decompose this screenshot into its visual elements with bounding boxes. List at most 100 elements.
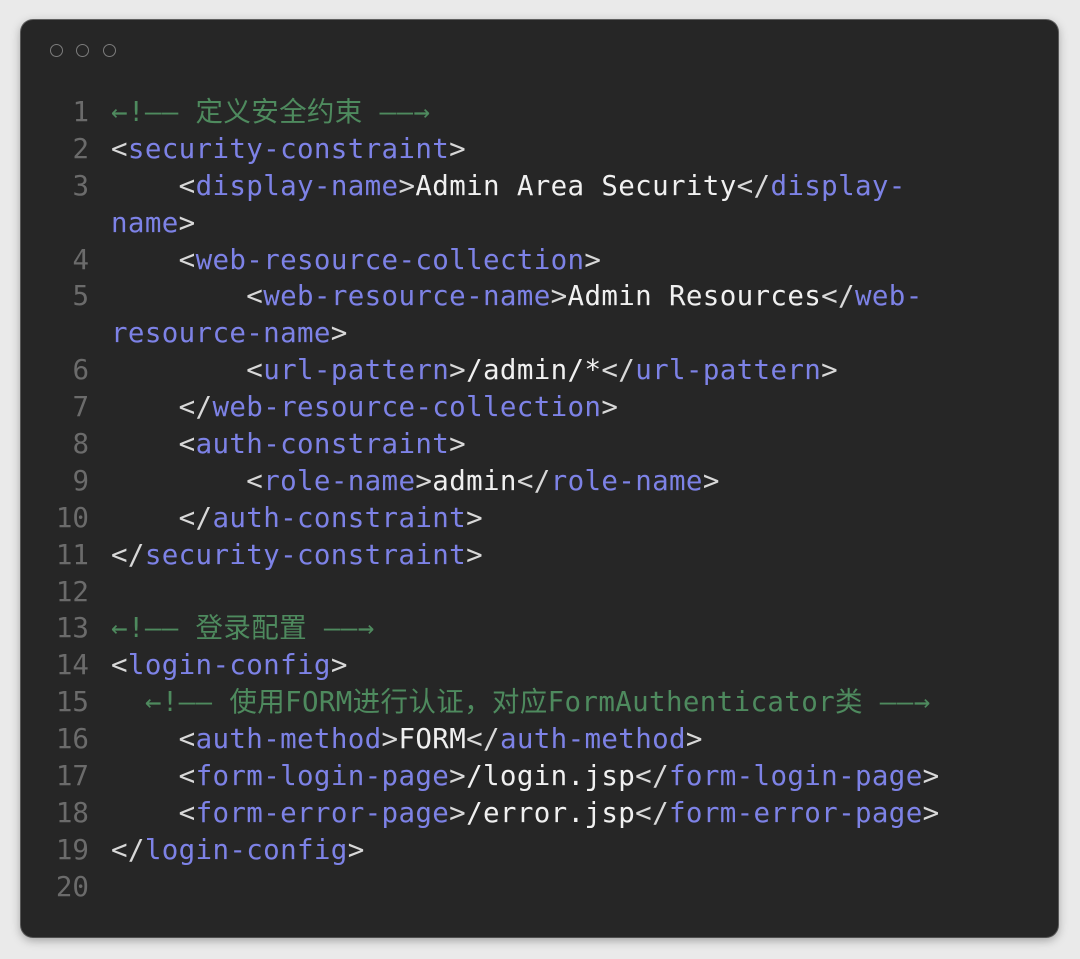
xml-tag-name: web-resource-collection bbox=[195, 243, 585, 276]
text-content bbox=[111, 354, 246, 386]
text-content: /admin/* bbox=[466, 354, 602, 387]
code-editor[interactable]: 1 ←!—— 定义安全约束 ——→ 2 <security-constraint> 3 … bbox=[21, 94, 1058, 906]
text-content bbox=[111, 391, 179, 423]
text-content: /login.jsp bbox=[466, 760, 636, 793]
xml-punctuation: < bbox=[178, 760, 196, 793]
xml-tag-name: role-name bbox=[263, 464, 416, 497]
text-content bbox=[111, 797, 179, 829]
xml-tag-name: security-constraint bbox=[127, 132, 450, 165]
line-content: <form-error-page>/error.jsp</form-error-… bbox=[111, 795, 940, 832]
xml-punctuation: </ bbox=[516, 464, 551, 497]
text-content bbox=[111, 760, 179, 792]
code-line: 11 </security-constraint> bbox=[21, 537, 1058, 574]
line-content: <web-resource-name>Admin Resources</web- bbox=[111, 278, 923, 315]
code-line: name> bbox=[21, 205, 1058, 242]
line-content: ←!—— 使用FORM进行认证，对应FormAuthenticator类 ——→ bbox=[111, 684, 931, 721]
xml-punctuation: </ bbox=[178, 501, 213, 534]
text-content bbox=[111, 428, 179, 460]
xml-punctuation: < bbox=[178, 723, 196, 756]
xml-punctuation: > bbox=[584, 243, 602, 276]
code-line: 12 bbox=[21, 574, 1058, 611]
code-line: 10 </auth-constraint> bbox=[21, 500, 1058, 537]
xml-tag-name: form-error-page bbox=[195, 796, 450, 829]
xml-punctuation: > bbox=[381, 723, 399, 756]
line-number: 9 bbox=[72, 464, 89, 497]
xml-punctuation: < bbox=[246, 464, 264, 497]
xml-punctuation: > bbox=[922, 796, 940, 829]
line-content: <auth-constraint> bbox=[111, 426, 466, 463]
xml-tag-name: web-resource-collection bbox=[212, 391, 602, 424]
line-number: 2 bbox=[72, 132, 89, 165]
xml-punctuation: > bbox=[449, 428, 467, 461]
xml-punctuation: > bbox=[922, 760, 940, 793]
code-line: 2 <security-constraint> bbox=[21, 131, 1058, 168]
xml-punctuation: < bbox=[178, 169, 196, 202]
xml-punctuation: > bbox=[330, 317, 348, 350]
xml-tag-name: login-config bbox=[127, 649, 331, 682]
xml-punctuation: < bbox=[178, 428, 196, 461]
xml-punctuation: < bbox=[178, 796, 196, 829]
line-number: 4 bbox=[72, 243, 89, 276]
line-content: <web-resource-collection> bbox=[111, 242, 601, 279]
line-content: </login-config> bbox=[111, 832, 365, 869]
line-content: ←!—— 定义安全约束 ——→ bbox=[111, 94, 430, 131]
text-content: Admin Resources bbox=[567, 280, 822, 313]
line-number: 18 bbox=[55, 796, 89, 829]
xml-punctuation: </ bbox=[111, 538, 145, 571]
line-number: 5 bbox=[72, 280, 89, 313]
code-line: 18 <form-error-page>/error.jsp</form-err… bbox=[21, 795, 1058, 832]
text-content bbox=[111, 502, 179, 534]
text-content: admin bbox=[432, 464, 517, 497]
code-line: 1 ←!—— 定义安全约束 ——→ bbox=[21, 94, 1058, 131]
line-content: </web-resource-collection> bbox=[111, 389, 618, 426]
xml-punctuation: > bbox=[330, 649, 348, 682]
xml-punctuation: </ bbox=[466, 723, 500, 756]
xml-punctuation: > bbox=[178, 206, 196, 239]
code-line: 4 <web-resource-collection> bbox=[21, 242, 1058, 279]
text-content: Admin Area Security bbox=[415, 169, 737, 202]
line-content: <security-constraint> bbox=[111, 131, 466, 168]
line-content: <form-login-page>/login.jsp</form-login-… bbox=[111, 758, 940, 795]
minimize-dot-icon[interactable] bbox=[76, 44, 89, 57]
close-dot-icon[interactable] bbox=[50, 44, 63, 57]
line-number: 11 bbox=[55, 538, 89, 571]
xml-punctuation: > bbox=[449, 354, 467, 387]
line-content: name> bbox=[111, 205, 196, 242]
code-line: 7 </web-resource-collection> bbox=[21, 389, 1058, 426]
xml-tag-name: web- bbox=[854, 280, 923, 313]
text-content bbox=[111, 244, 179, 276]
code-line: 13 ←!—— 登录配置 ——→ bbox=[21, 610, 1058, 647]
xml-tag-name: auth-constraint bbox=[212, 501, 467, 534]
xml-punctuation: < bbox=[246, 354, 264, 387]
line-number: 3 bbox=[72, 169, 89, 202]
xml-punctuation: < bbox=[111, 649, 128, 682]
xml-tag-name: form-login-page bbox=[669, 760, 923, 793]
xml-tag-name: display- bbox=[770, 169, 906, 202]
xml-punctuation: > bbox=[449, 132, 467, 165]
xml-tag-name: form-error-page bbox=[669, 796, 923, 829]
xml-tag-name: auth-method bbox=[195, 723, 382, 756]
xml-tag-name: form-login-page bbox=[195, 760, 450, 793]
xml-punctuation: > bbox=[398, 169, 416, 202]
xml-punctuation: </ bbox=[736, 169, 771, 202]
xml-tag-name: auth-method bbox=[499, 723, 686, 756]
line-number: 7 bbox=[72, 391, 89, 424]
line-number: 20 bbox=[55, 870, 89, 903]
text-content bbox=[111, 170, 179, 202]
code-line: 15 ←!—— 使用FORM进行认证，对应FormAuthenticator类 … bbox=[21, 684, 1058, 721]
xml-punctuation: > bbox=[449, 760, 467, 793]
zoom-dot-icon[interactable] bbox=[103, 44, 116, 57]
text-content bbox=[111, 465, 246, 497]
code-line: resource-name> bbox=[21, 315, 1058, 352]
xml-punctuation: </ bbox=[635, 760, 669, 793]
code-line: 5 <web-resource-name>Admin Resources</we… bbox=[21, 278, 1058, 315]
xml-punctuation: > bbox=[702, 464, 720, 497]
line-content: resource-name> bbox=[111, 315, 348, 352]
xml-punctuation: > bbox=[466, 538, 483, 571]
line-content: <display-name>Admin Area Security</displ… bbox=[111, 168, 906, 205]
line-content: </security-constraint> bbox=[111, 537, 483, 574]
title-bar bbox=[21, 20, 1058, 80]
xml-punctuation: </ bbox=[635, 796, 669, 829]
line-content: </auth-constraint> bbox=[111, 500, 483, 537]
xml-punctuation: > bbox=[415, 464, 433, 497]
